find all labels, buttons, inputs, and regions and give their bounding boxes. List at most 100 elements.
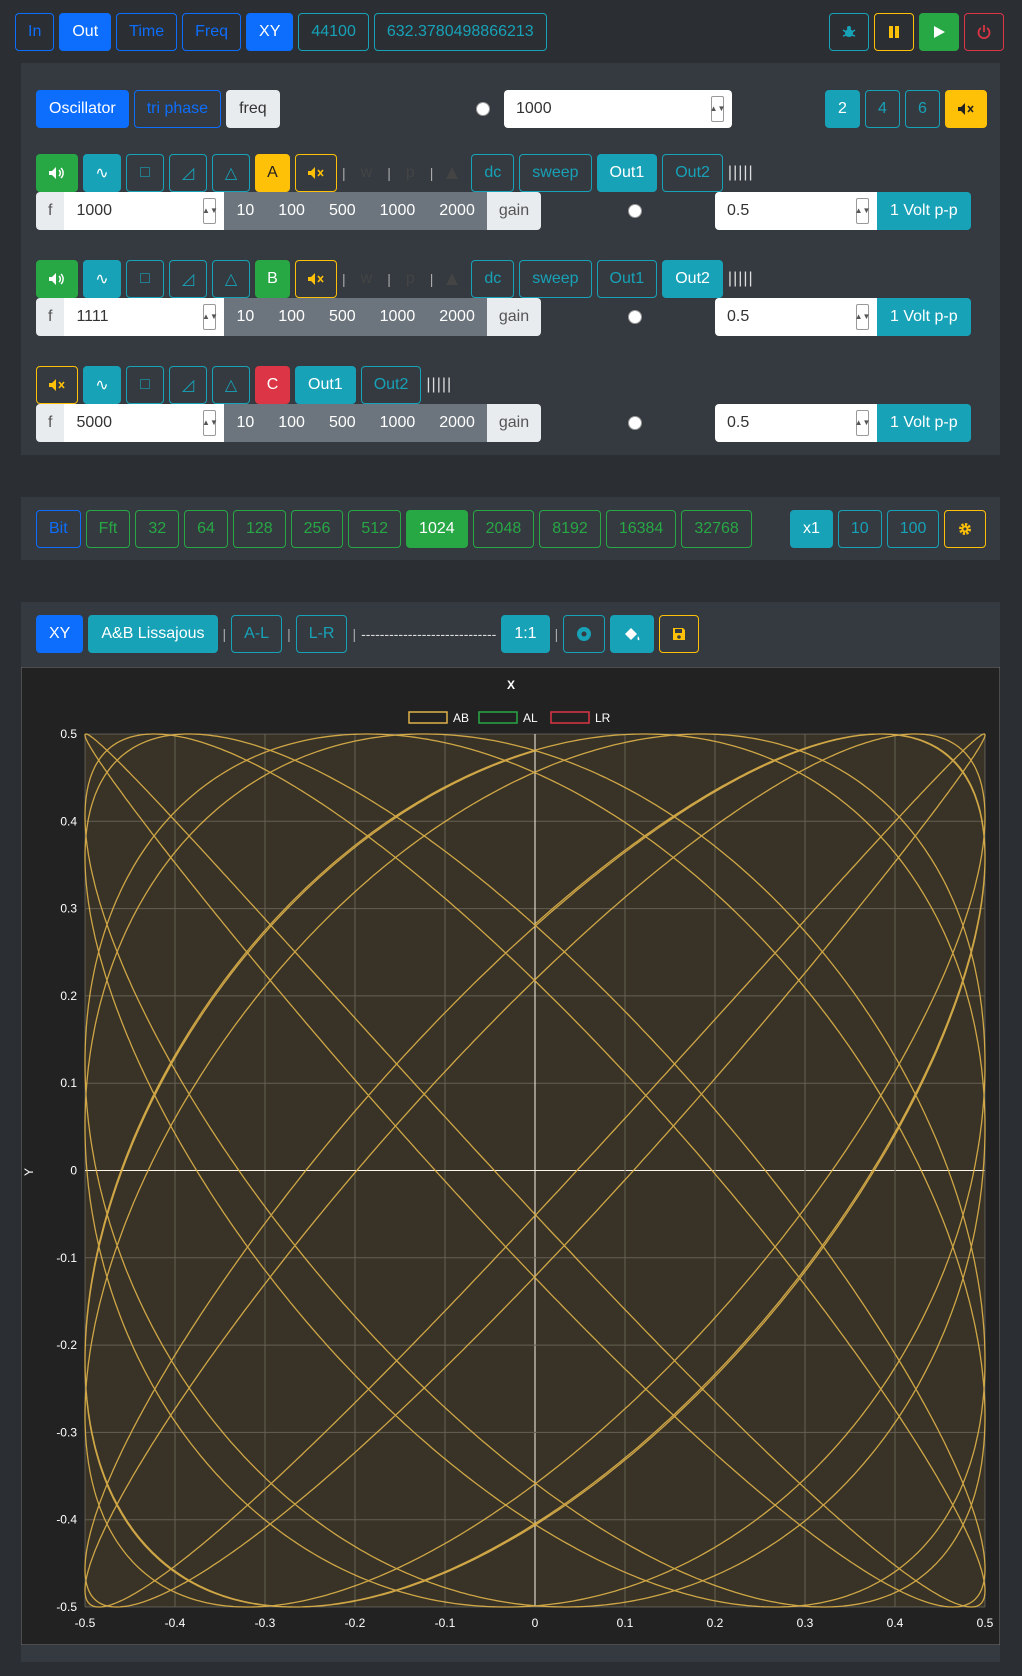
out2-button[interactable]: Out2 bbox=[662, 154, 723, 192]
freq-radio[interactable] bbox=[476, 102, 490, 116]
spinner-icon[interactable]: ▲▼ bbox=[855, 304, 870, 330]
step-100[interactable]: 100 bbox=[266, 192, 317, 230]
tab-time[interactable]: Time bbox=[116, 13, 178, 51]
mute-all-icon[interactable] bbox=[945, 90, 987, 128]
play-icon[interactable] bbox=[919, 13, 959, 51]
speaker-on-icon[interactable] bbox=[36, 260, 78, 298]
poop-icon[interactable] bbox=[438, 260, 466, 298]
out2-button[interactable]: Out2 bbox=[662, 260, 723, 298]
sawtooth-button[interactable]: ◿ bbox=[169, 366, 207, 404]
square-button[interactable]: □ bbox=[126, 154, 164, 192]
sweep-button[interactable]: sweep bbox=[519, 154, 592, 192]
sine-button[interactable]: ∿ bbox=[83, 366, 121, 404]
fft-32-button[interactable]: 32 bbox=[135, 510, 180, 548]
step-500[interactable]: 500 bbox=[316, 404, 368, 442]
scale-100-button[interactable]: 100 bbox=[886, 510, 940, 548]
channel-b-radio[interactable] bbox=[628, 310, 642, 324]
fft-256-button[interactable]: 256 bbox=[290, 510, 344, 548]
fft-512-button[interactable]: 512 bbox=[348, 510, 402, 548]
l-r-button[interactable]: L-R bbox=[295, 615, 348, 653]
freq-button[interactable]: freq bbox=[226, 90, 280, 128]
count-6-button[interactable]: 6 bbox=[905, 90, 940, 128]
bit-button[interactable]: Bit bbox=[36, 510, 81, 548]
lissajous-chart[interactable]: -0.5 0.5 -0.4 0.4 -0.3 0.3 -0.2 0.2 -0.1 0.1 0 0 0.1… bbox=[21, 667, 1000, 1645]
sine-button[interactable]: ∿ bbox=[83, 154, 121, 192]
fft-16384-button[interactable]: 16384 bbox=[605, 510, 677, 548]
step-1000[interactable]: 1000 bbox=[367, 298, 428, 336]
square-button[interactable]: □ bbox=[126, 366, 164, 404]
xy-button[interactable]: XY bbox=[36, 615, 84, 653]
fft-8192-button[interactable]: 8192 bbox=[539, 510, 601, 548]
amp-input[interactable]: 0.5 ▲▼ bbox=[715, 404, 877, 442]
volt-button[interactable]: 1 Volt p-p bbox=[877, 404, 971, 442]
tab-freq[interactable]: Freq bbox=[182, 13, 242, 51]
sine-button[interactable]: ∿ bbox=[83, 260, 121, 298]
bug-icon[interactable] bbox=[829, 13, 869, 51]
w-button[interactable]: w bbox=[351, 154, 383, 192]
spinner-icon[interactable]: ▲▼ bbox=[855, 410, 870, 436]
poop-icon[interactable] bbox=[438, 154, 466, 192]
spinner-icon[interactable]: ▲▼ bbox=[202, 304, 218, 330]
speaker-on-icon[interactable] bbox=[36, 154, 78, 192]
freq-input[interactable]: 1111 ▲▼ bbox=[64, 298, 225, 336]
step-1000[interactable]: 1000 bbox=[367, 404, 428, 442]
ratio-button[interactable]: 1:1 bbox=[501, 615, 550, 653]
fft-2048-button[interactable]: 2048 bbox=[472, 510, 535, 548]
volt-button[interactable]: 1 Volt p-p bbox=[877, 192, 971, 230]
count-4-button[interactable]: 4 bbox=[865, 90, 900, 128]
out1-button[interactable]: Out1 bbox=[295, 366, 356, 404]
step-100[interactable]: 100 bbox=[266, 404, 317, 442]
lissajous-button[interactable]: A&B Lissajous bbox=[88, 615, 218, 653]
mute-icon[interactable] bbox=[295, 154, 337, 192]
fft-32768-button[interactable]: 32768 bbox=[681, 510, 752, 548]
fft-128-button[interactable]: 128 bbox=[232, 510, 286, 548]
tab-in[interactable]: In bbox=[15, 13, 55, 51]
spinner-icon[interactable]: ▲▼ bbox=[710, 96, 725, 122]
dc-button[interactable]: dc bbox=[471, 154, 515, 192]
volt-button[interactable]: 1 Volt p-p bbox=[877, 298, 971, 336]
tri-phase-button[interactable]: tri phase bbox=[133, 90, 222, 128]
step-10[interactable]: 10 bbox=[224, 298, 267, 336]
step-1000[interactable]: 1000 bbox=[367, 192, 428, 230]
p-button[interactable]: p bbox=[396, 154, 425, 192]
record-icon[interactable] bbox=[563, 615, 606, 653]
triangle-button[interactable]: △ bbox=[212, 366, 250, 404]
count-2-button[interactable]: 2 bbox=[825, 90, 860, 128]
mute-icon[interactable] bbox=[295, 260, 337, 298]
sawtooth-button[interactable]: ◿ bbox=[169, 154, 207, 192]
spinner-icon[interactable]: ▲▼ bbox=[202, 198, 218, 224]
scale-x1-button[interactable]: x1 bbox=[790, 510, 833, 548]
tab-out[interactable]: Out bbox=[59, 13, 112, 51]
pause-icon[interactable] bbox=[874, 13, 914, 51]
sawtooth-button[interactable]: ◿ bbox=[169, 260, 207, 298]
power-icon[interactable] bbox=[964, 13, 1004, 51]
channel-a-radio[interactable] bbox=[628, 204, 642, 218]
a-l-button[interactable]: A-L bbox=[231, 615, 283, 653]
paint-bucket-icon[interactable] bbox=[610, 615, 655, 653]
channel-c-radio[interactable] bbox=[628, 416, 642, 430]
dc-button[interactable]: dc bbox=[471, 260, 515, 298]
p-button[interactable]: p bbox=[396, 260, 425, 298]
step-2000[interactable]: 2000 bbox=[427, 404, 487, 442]
mute-icon[interactable] bbox=[36, 366, 78, 404]
out2-button[interactable]: Out2 bbox=[360, 366, 422, 404]
step-2000[interactable]: 2000 bbox=[427, 298, 487, 336]
out1-button[interactable]: Out1 bbox=[596, 260, 658, 298]
triangle-button[interactable]: △ bbox=[212, 260, 250, 298]
triangle-button[interactable]: △ bbox=[212, 154, 250, 192]
amp-input[interactable]: 0.5 ▲▼ bbox=[715, 192, 877, 230]
spinner-icon[interactable]: ▲▼ bbox=[202, 410, 218, 436]
oscillator-button[interactable]: Oscillator bbox=[36, 90, 129, 128]
w-button[interactable]: w bbox=[351, 260, 383, 298]
fft-64-button[interactable]: 64 bbox=[184, 510, 228, 548]
spinner-icon[interactable]: ▲▼ bbox=[855, 198, 870, 224]
fft-button[interactable]: Fft bbox=[85, 510, 131, 548]
gear-icon[interactable] bbox=[944, 510, 987, 548]
step-10[interactable]: 10 bbox=[224, 192, 267, 230]
amp-input[interactable]: 0.5 ▲▼ bbox=[715, 298, 877, 336]
scale-10-button[interactable]: 10 bbox=[837, 510, 882, 548]
out1-button[interactable]: Out1 bbox=[596, 154, 658, 192]
freq-input[interactable]: 1000 ▲▼ bbox=[64, 192, 225, 230]
step-2000[interactable]: 2000 bbox=[427, 192, 487, 230]
square-button[interactable]: □ bbox=[126, 260, 164, 298]
